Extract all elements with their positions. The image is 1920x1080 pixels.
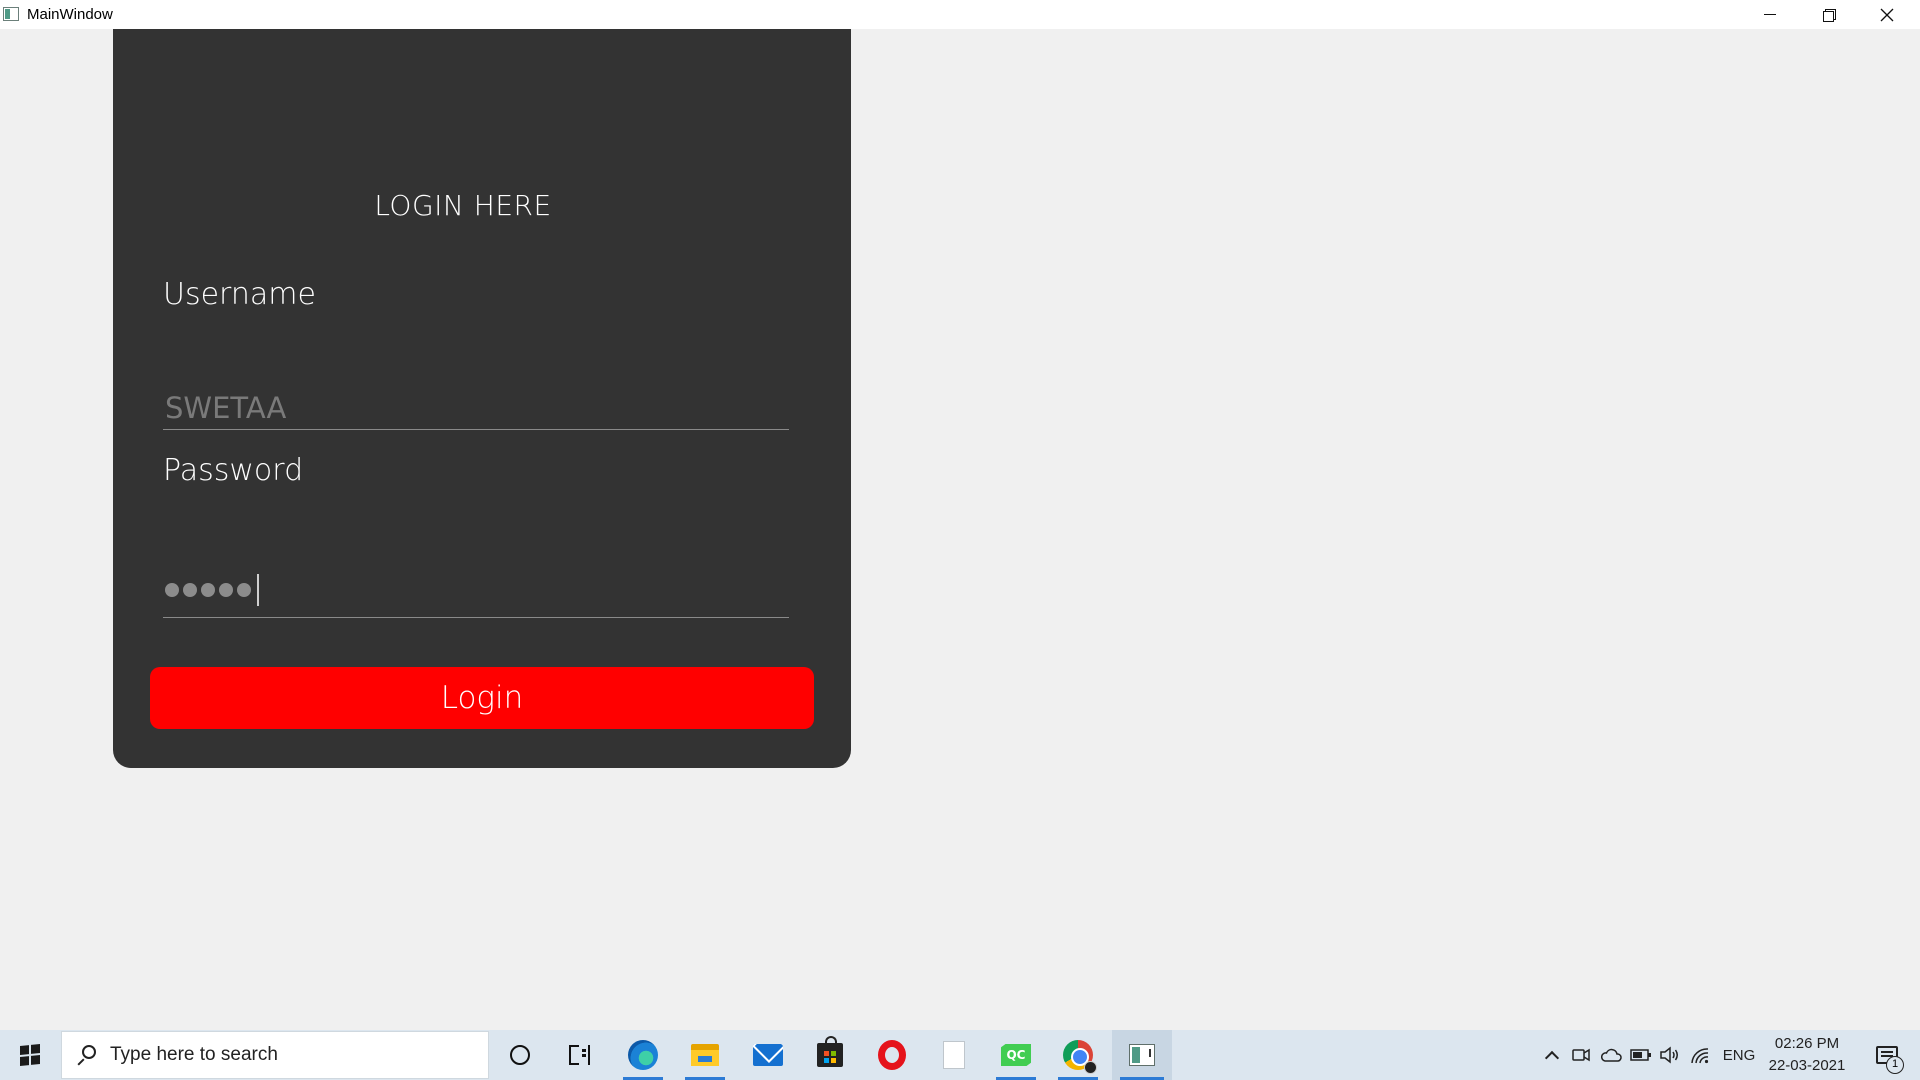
meet-now-button[interactable] <box>1569 1030 1593 1080</box>
password-mask-dot <box>183 582 197 597</box>
onedrive-button[interactable] <box>1598 1030 1624 1080</box>
restore-button[interactable] <box>1800 0 1858 29</box>
search-placeholder: Type here to search <box>110 1044 278 1065</box>
close-button[interactable] <box>1858 0 1916 29</box>
edge-icon <box>628 1040 658 1070</box>
clock-date: 22-03-2021 <box>1768 1057 1846 1074</box>
windows-logo-icon <box>20 1043 40 1067</box>
meet-now-icon <box>1572 1048 1590 1062</box>
taskbar-edge[interactable] <box>615 1030 671 1080</box>
username-label: Username <box>163 277 316 312</box>
speaker-icon <box>1660 1046 1678 1064</box>
volume-button[interactable] <box>1657 1030 1683 1080</box>
document-icon <box>943 1041 965 1069</box>
password-mask-dot <box>201 582 215 597</box>
chevron-up-icon <box>1544 1050 1560 1066</box>
battery-button[interactable] <box>1628 1030 1654 1080</box>
window-title: MainWindow <box>27 6 113 23</box>
close-icon <box>1880 8 1894 21</box>
login-button[interactable]: Login <box>150 667 814 729</box>
file-explorer-icon <box>691 1044 719 1066</box>
minimize-icon <box>1764 14 1776 15</box>
start-button[interactable] <box>0 1030 60 1080</box>
taskbar-search-box[interactable]: Type here to search <box>61 1031 489 1079</box>
opera-icon <box>878 1040 906 1070</box>
notification-count-badge: 1 <box>1886 1056 1904 1074</box>
task-view-button[interactable] <box>552 1030 608 1080</box>
action-center-button[interactable]: 1 <box>1862 1030 1912 1080</box>
app-window-icon <box>3 7 19 21</box>
taskbar-store[interactable] <box>802 1030 858 1080</box>
cortana-icon <box>510 1045 530 1065</box>
password-field[interactable] <box>163 562 789 618</box>
show-hidden-icons-button[interactable] <box>1540 1030 1564 1080</box>
mainwindow-app-icon <box>1129 1044 1155 1066</box>
cloud-icon <box>1601 1048 1622 1062</box>
taskbar-chrome[interactable] <box>1050 1030 1106 1080</box>
taskbar-mail[interactable] <box>740 1030 796 1080</box>
taskbar-qt-creator[interactable]: QC <box>988 1030 1044 1080</box>
mail-icon <box>753 1044 783 1066</box>
title-bar: MainWindow <box>0 0 1920 29</box>
restore-icon <box>1823 8 1836 22</box>
taskbar-opera[interactable] <box>864 1030 920 1080</box>
login-heading: LOGIN HERE <box>374 189 552 222</box>
chrome-icon <box>1063 1040 1097 1074</box>
login-panel: LOGIN HERE Username SWETAA Password Logi… <box>113 29 851 768</box>
taskbar: Type here to search QC ENG 02:26 PM 22-0… <box>0 1030 1920 1080</box>
password-mask-dot <box>237 582 251 597</box>
wifi-icon <box>1691 1048 1709 1064</box>
minimize-button[interactable] <box>1741 0 1799 29</box>
qt-creator-icon: QC <box>1001 1044 1031 1066</box>
store-icon <box>817 1036 843 1067</box>
taskbar-document[interactable] <box>926 1030 982 1080</box>
cortana-button[interactable] <box>492 1030 548 1080</box>
taskbar-file-explorer[interactable] <box>677 1030 733 1080</box>
password-mask-dot <box>219 582 233 597</box>
text-caret <box>257 573 259 606</box>
clock[interactable]: 02:26 PM 22-03-2021 <box>1762 1033 1852 1079</box>
battery-icon <box>1630 1049 1651 1061</box>
taskbar-mainwindow-app[interactable] <box>1112 1030 1172 1080</box>
search-icon <box>76 1045 96 1066</box>
password-mask-dot <box>165 582 179 597</box>
task-view-icon <box>569 1045 591 1065</box>
password-label: Password <box>163 453 304 488</box>
username-field[interactable]: SWETAA <box>163 374 789 430</box>
network-button[interactable] <box>1687 1030 1713 1080</box>
clock-time: 02:26 PM <box>1774 1035 1840 1052</box>
input-language-button[interactable]: ENG <box>1720 1030 1758 1080</box>
